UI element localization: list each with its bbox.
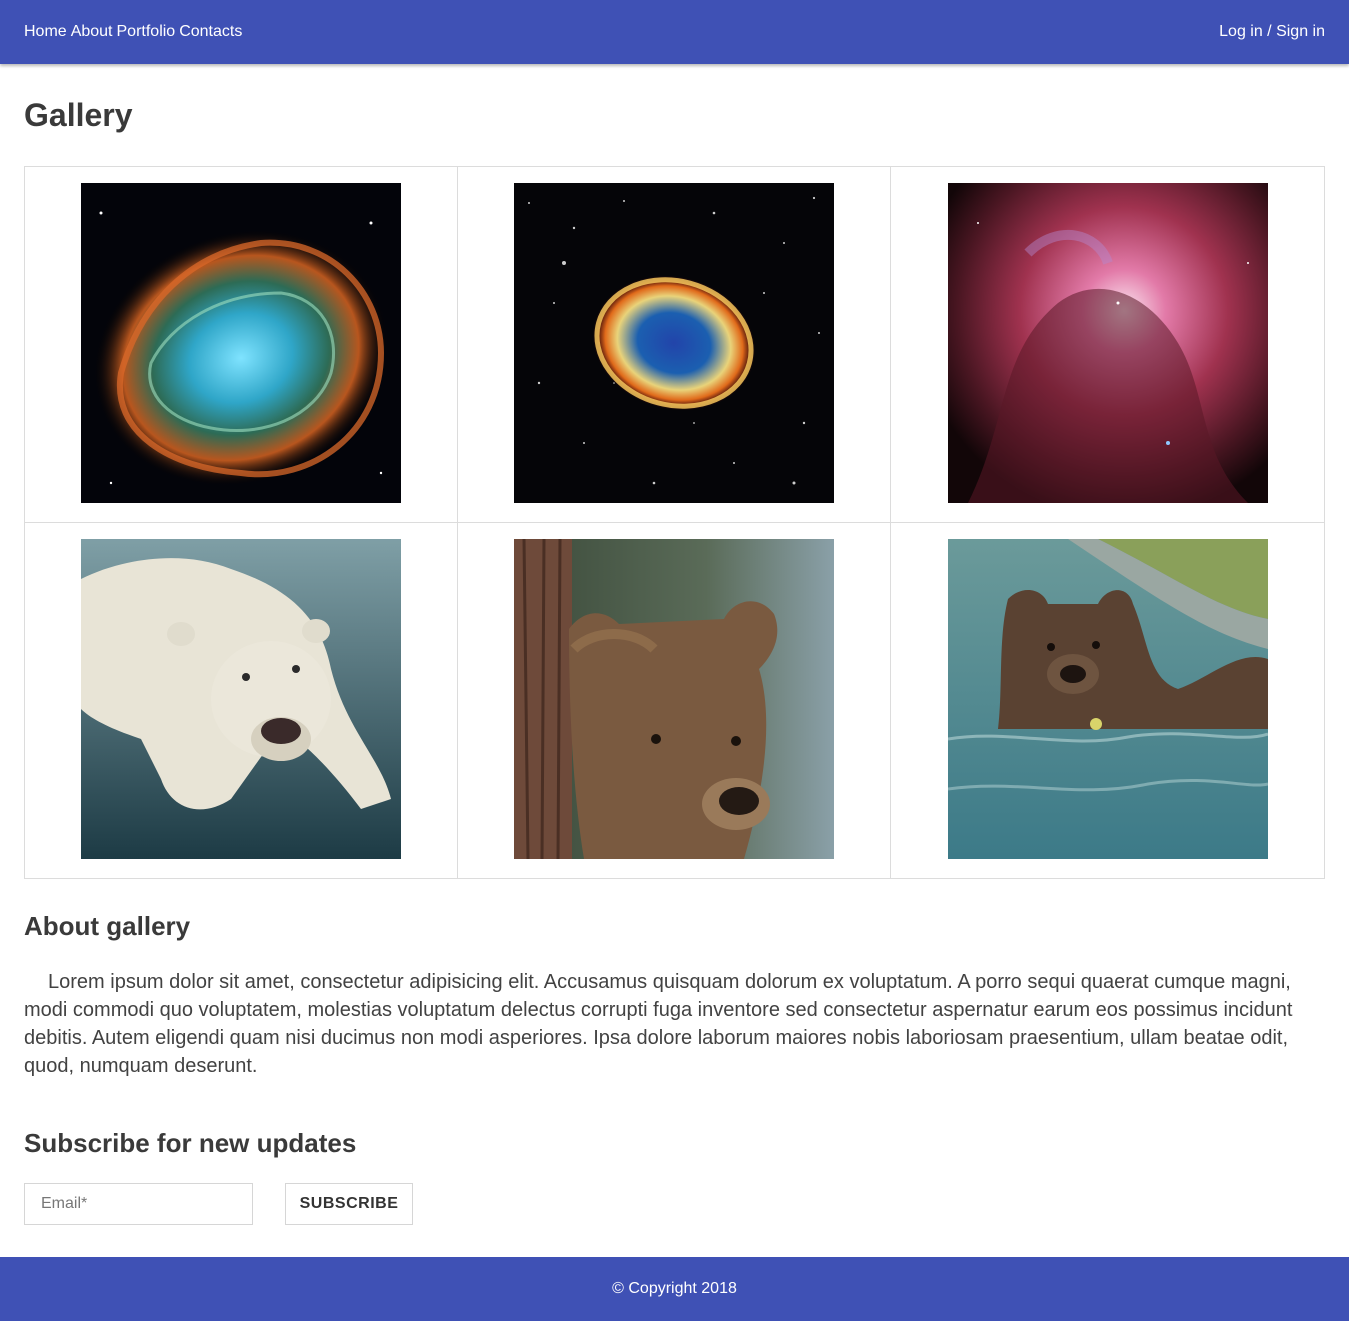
about-text: Lorem ipsum dolor sit amet, consectetur … xyxy=(24,971,1293,1077)
gallery-image-brown-bear-in-water[interactable] xyxy=(947,539,1268,859)
gallery-cell xyxy=(25,523,458,878)
email-input[interactable] xyxy=(24,1183,253,1225)
gallery-image-polar-bear-swimming[interactable] xyxy=(81,539,401,859)
top-navbar: Home About Portfolio Contacts Log in / S… xyxy=(0,0,1349,64)
gallery-cell xyxy=(25,167,458,523)
gallery-image-orion-nebula[interactable] xyxy=(947,183,1268,503)
login-signin-link[interactable]: Log in / Sign in xyxy=(1219,23,1325,41)
gallery-grid xyxy=(24,166,1325,879)
gallery-cell xyxy=(891,523,1324,878)
gallery-cell xyxy=(891,167,1324,523)
gallery-cell xyxy=(458,523,891,878)
copyright-text: © Copyright 2018 xyxy=(612,1280,737,1297)
subscribe-title: Subscribe for new updates xyxy=(24,1128,357,1158)
nav-link-about[interactable]: About xyxy=(71,23,113,41)
nav-links: Home About Portfolio Contacts xyxy=(24,23,242,41)
gallery-image-brown-bear-by-tree[interactable] xyxy=(514,539,834,859)
page-title: Gallery xyxy=(24,97,133,133)
nav-link-home[interactable]: Home xyxy=(24,23,67,41)
nav-link-portfolio[interactable]: Portfolio xyxy=(117,23,176,41)
gallery-image-supernova-remnant[interactable] xyxy=(514,183,834,503)
gallery-cell xyxy=(458,167,891,523)
about-title: About gallery xyxy=(24,911,191,941)
nav-link-contacts[interactable]: Contacts xyxy=(179,23,242,41)
subscribe-button[interactable]: SUBSCRIBE xyxy=(285,1183,413,1225)
footer: © Copyright 2018 xyxy=(0,1257,1349,1321)
gallery-image-crab-nebula[interactable] xyxy=(81,183,401,503)
